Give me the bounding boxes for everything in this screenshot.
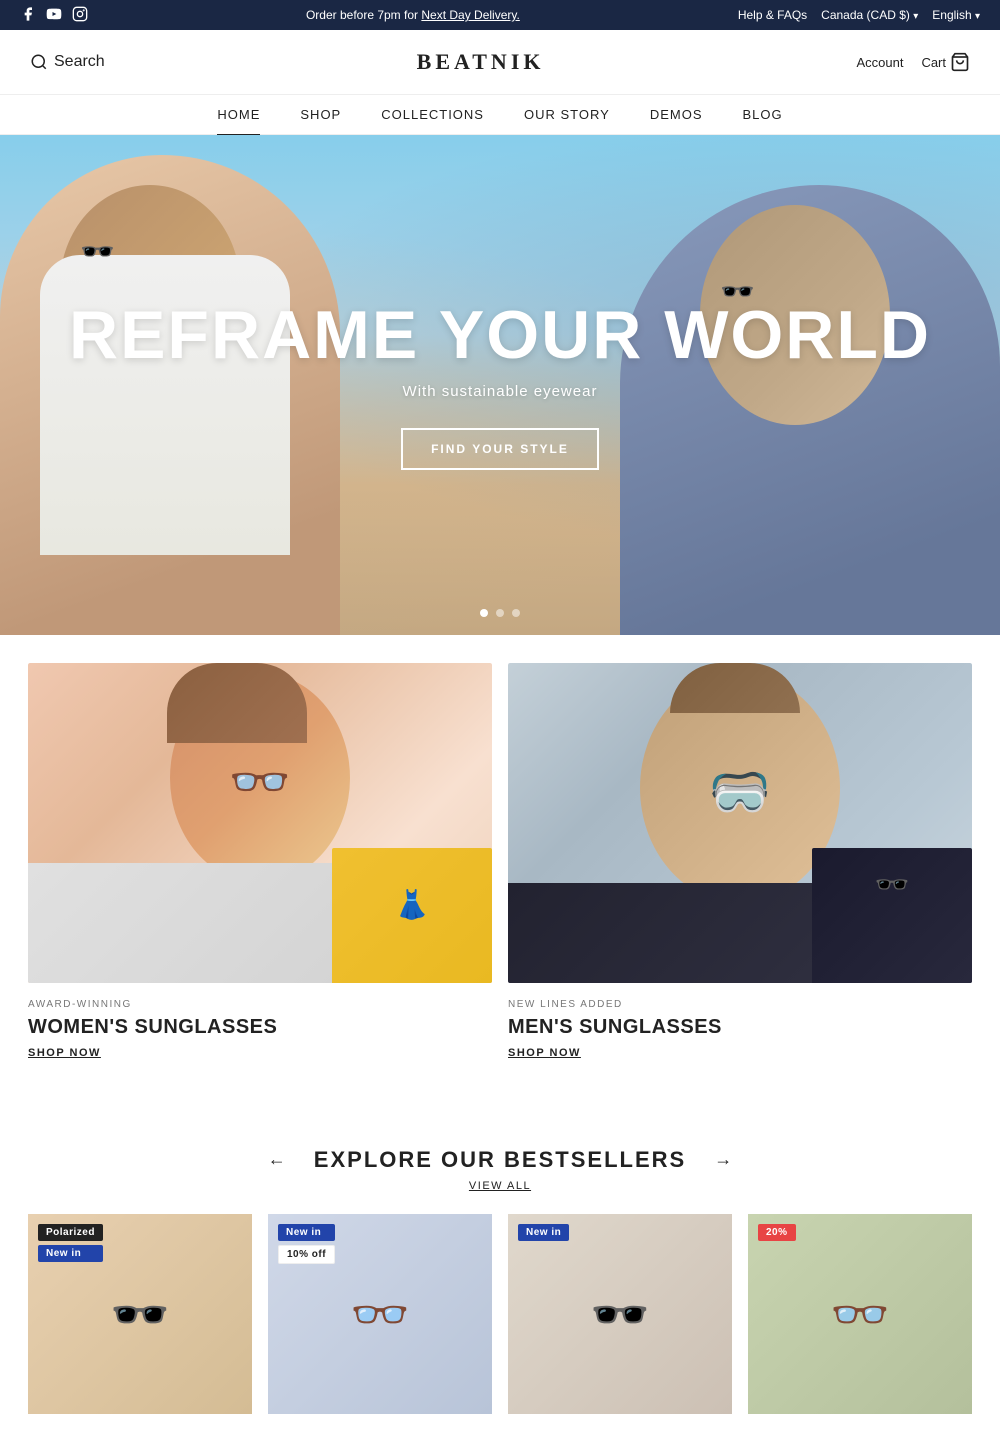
women-shop-now-link[interactable]: SHOP NOW — [28, 1047, 492, 1059]
product-2-badges: New in 10% off — [278, 1224, 335, 1264]
search-button[interactable]: Search — [30, 53, 105, 71]
dot-1[interactable] — [480, 609, 488, 617]
badge-polarized: Polarized — [38, 1224, 103, 1241]
women-category-title: WOMEN'S SUNGLASSES — [28, 1016, 492, 1039]
men-category-info: NEW LINES ADDED MEN'S SUNGLASSES SHOP NO… — [508, 983, 972, 1067]
instagram-icon[interactable] — [72, 6, 88, 25]
men-shop-now-link[interactable]: SHOP NOW — [508, 1047, 972, 1059]
categories-section: 👓 👗 AWARD-WINNING WOMEN'S SUNGLASSES SHO… — [0, 635, 1000, 1095]
hero-subheading: With sustainable eyewear — [69, 383, 931, 400]
bestsellers-section: ← EXPLORE OUR BESTSELLERS → VIEW ALL 🕶️ … — [0, 1095, 1000, 1444]
nav-item-blog[interactable]: BLOG — [742, 107, 782, 122]
site-header: Search BEATNIK Account Cart — [0, 30, 1000, 95]
product-card-4[interactable]: 👓 20% — [748, 1214, 972, 1424]
region-chevron-icon: ▾ — [913, 11, 918, 22]
badge-sale-4: 20% — [758, 1224, 796, 1241]
men-category-title: MEN'S SUNGLASSES — [508, 1016, 972, 1039]
dot-3[interactable] — [512, 609, 520, 617]
category-card-men[interactable]: 🥽 🕶️ NEW LINES ADDED MEN'S SUNGLASSES SH… — [508, 663, 972, 1067]
product-image-3: 🕶️ New in — [508, 1214, 732, 1414]
cart-button[interactable]: Cart — [921, 52, 970, 72]
women-category-badge: AWARD-WINNING — [28, 999, 492, 1010]
help-faqs-link[interactable]: Help & FAQs — [738, 8, 807, 22]
facebook-icon[interactable] — [20, 6, 36, 25]
product-card-2[interactable]: 👓 New in 10% off — [268, 1214, 492, 1424]
top-bar-right: Help & FAQs Canada (CAD $) ▾ English ▾ — [738, 8, 980, 22]
promo-banner: Order before 7pm for Next Day Delivery. — [88, 8, 738, 22]
next-day-delivery-link[interactable]: Next Day Delivery. — [421, 8, 519, 22]
cart-icon — [950, 52, 970, 72]
language-chevron-icon: ▾ — [975, 11, 980, 22]
women-category-info: AWARD-WINNING WOMEN'S SUNGLASSES SHOP NO… — [28, 983, 492, 1067]
men-category-badge: NEW LINES ADDED — [508, 999, 972, 1010]
main-nav: HOME SHOP COLLECTIONS OUR STORY DEMOS BL… — [0, 95, 1000, 135]
site-logo[interactable]: BEATNIK — [417, 49, 545, 75]
top-bar: Order before 7pm for Next Day Delivery. … — [0, 0, 1000, 30]
nav-item-home[interactable]: HOME — [217, 107, 260, 122]
bestsellers-next-button[interactable]: → — [706, 1145, 740, 1174]
hero-cta-button[interactable]: FIND YOUR STYLE — [401, 428, 599, 470]
header-actions: Account Cart — [856, 52, 970, 72]
nav-item-our-story[interactable]: OUR STORY — [524, 107, 610, 122]
nav-item-collections[interactable]: COLLECTIONS — [381, 107, 484, 122]
nav-item-demos[interactable]: DEMOS — [650, 107, 703, 122]
region-selector[interactable]: Canada (CAD $) ▾ — [821, 8, 918, 22]
hero-section: 🕶️ 🕶️ REFRAME YOUR WORLD With sustainabl… — [0, 135, 1000, 635]
youtube-icon[interactable] — [46, 6, 62, 25]
bestsellers-title: EXPLORE OUR BESTSELLERS — [314, 1147, 686, 1173]
search-icon — [30, 53, 48, 71]
hero-content: REFRAME YOUR WORLD With sustainable eyew… — [69, 301, 931, 470]
dot-2[interactable] — [496, 609, 504, 617]
product-image-2: 👓 New in 10% off — [268, 1214, 492, 1414]
product-card-1[interactable]: 🕶️ Polarized New in — [28, 1214, 252, 1424]
hero-dots — [480, 609, 520, 617]
product-4-badges: 20% — [758, 1224, 796, 1241]
hero-headline: REFRAME YOUR WORLD — [69, 301, 931, 369]
badge-new-in-2: New in — [278, 1224, 335, 1241]
language-selector[interactable]: English ▾ — [932, 8, 980, 22]
product-image-4: 👓 20% — [748, 1214, 972, 1414]
product-image-1: 🕶️ Polarized New in — [28, 1214, 252, 1414]
products-row: 🕶️ Polarized New in 👓 New in 10% off 🕶️ — [28, 1214, 972, 1424]
nav-item-shop[interactable]: SHOP — [300, 107, 341, 122]
bestsellers-header: ← EXPLORE OUR BESTSELLERS → — [28, 1145, 972, 1174]
product-3-badges: New in — [518, 1224, 569, 1241]
badge-new-in-3: New in — [518, 1224, 569, 1241]
top-bar-social — [20, 6, 88, 25]
product-1-badges: Polarized New in — [38, 1224, 103, 1262]
view-all-link[interactable]: VIEW ALL — [28, 1180, 972, 1192]
bestsellers-prev-button[interactable]: ← — [260, 1145, 294, 1174]
category-card-women[interactable]: 👓 👗 AWARD-WINNING WOMEN'S SUNGLASSES SHO… — [28, 663, 492, 1067]
account-link[interactable]: Account — [856, 55, 903, 70]
product-card-3[interactable]: 🕶️ New in — [508, 1214, 732, 1424]
